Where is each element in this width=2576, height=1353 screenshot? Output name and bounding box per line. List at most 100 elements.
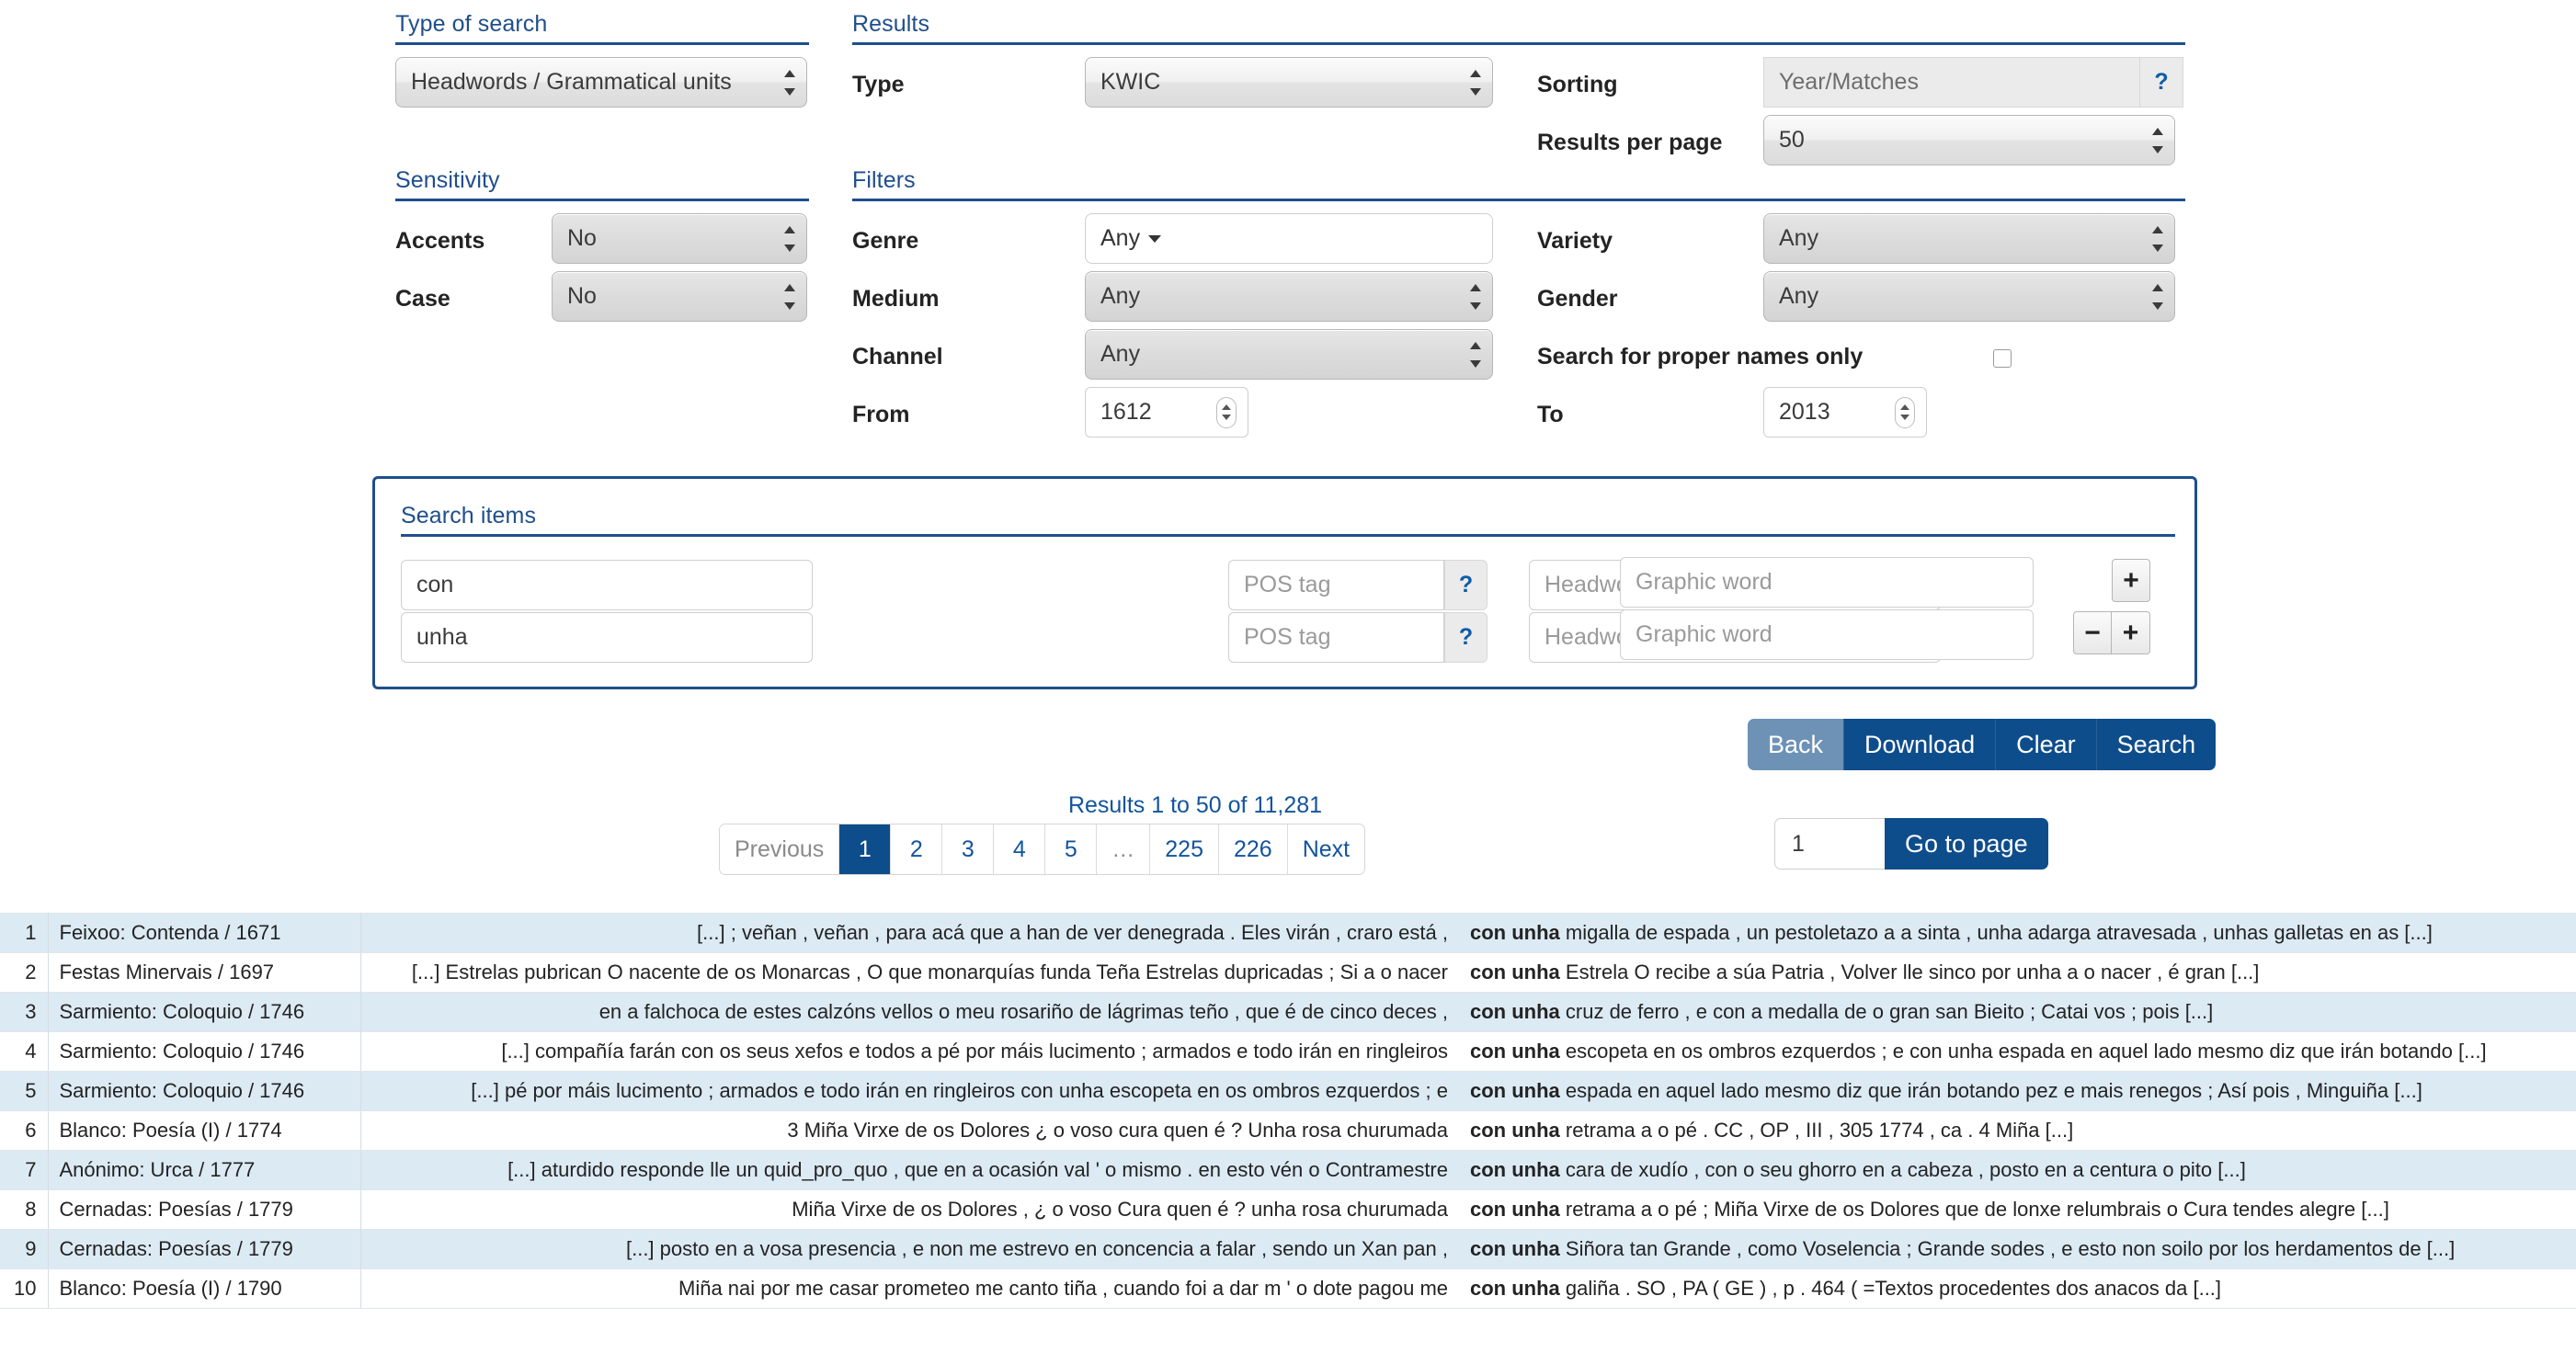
- pagination-page-4[interactable]: 4: [994, 824, 1046, 874]
- row-right-context: con unha escopeta en os ombros ezquerdos…: [1459, 1031, 2576, 1072]
- spinner-icon[interactable]: [1216, 396, 1237, 428]
- search-word-input-2[interactable]: unha: [401, 612, 813, 663]
- row-reference[interactable]: Feixoo: Contenda / 1671: [48, 913, 361, 953]
- pagination: Previous 1 2 3 4 5 … 225 226 Next: [719, 824, 1366, 875]
- results-count-label: Results 1 to 50 of 11,281: [1067, 792, 1323, 818]
- add-row-button-2[interactable]: +: [2112, 611, 2150, 654]
- pagination-page-1[interactable]: 1: [839, 824, 892, 874]
- results-type-value: KWIC: [1100, 69, 1161, 95]
- pagination-page-3[interactable]: 3: [942, 824, 995, 874]
- row-left-context: [...] pé por máis lucimento ; armados e …: [360, 1071, 1459, 1111]
- table-row[interactable]: 7 Anónimo: Urca / 1777 [...] aturdido resp…: [0, 1150, 2576, 1190]
- row-reference[interactable]: Blanco: Poesía (I) / 1774: [48, 1110, 361, 1151]
- variety-select[interactable]: Any: [1763, 213, 2175, 264]
- row-reference[interactable]: Festas Minervais / 1697: [48, 952, 361, 993]
- clear-button[interactable]: Clear: [1996, 719, 2097, 770]
- chevron-down-icon: [1148, 234, 1162, 243]
- row-left-context: Miña nai por me casar prometeo me canto …: [360, 1268, 1459, 1309]
- row-right-context: con unha retrama a o pé ; Miña Virxe de …: [1459, 1189, 2576, 1230]
- search-items-heading: Search items: [401, 503, 2175, 537]
- row-number: 5: [0, 1071, 49, 1111]
- row-left-context: [...] ; veñan , veñan , para acá que a h…: [360, 913, 1459, 953]
- row-left-context: [...] posto en a vosa presencia , e non …: [360, 1229, 1459, 1269]
- goto-page-button[interactable]: Go to page: [1885, 818, 2048, 870]
- row-right-context: con unha retrama a o pé . CC , OP , III …: [1459, 1110, 2576, 1151]
- row-reference[interactable]: Sarmiento: Coloquio / 1746: [48, 1071, 361, 1111]
- row-number: 10: [0, 1268, 49, 1309]
- pos-tag-input-2[interactable]: POS tag: [1228, 612, 1444, 663]
- table-row[interactable]: 1 Feixoo: Contenda / 1671 [...] ; veñan , …: [0, 913, 2576, 953]
- proper-names-checkbox[interactable]: [1993, 349, 2012, 368]
- pagination-page-225[interactable]: 225: [1150, 824, 1219, 874]
- goto-page-input[interactable]: 1: [1774, 818, 1885, 870]
- sensitivity-section: Sensitivity: [395, 167, 809, 201]
- sorting-help-icon[interactable]: ?: [2140, 57, 2183, 108]
- pagination-ellipsis: …: [1097, 824, 1151, 874]
- table-row[interactable]: 9 Cernadas: Poesías / 1779 [...] posto en …: [0, 1229, 2576, 1269]
- row-reference[interactable]: Cernadas: Poesías / 1779: [48, 1229, 361, 1269]
- results-per-page-label: Results per page: [1537, 130, 1723, 155]
- pagination-page-5[interactable]: 5: [1045, 824, 1098, 874]
- graphic-word-input-2[interactable]: Graphic word: [1620, 609, 2034, 660]
- row-reference[interactable]: Blanco: Poesía (I) / 1790: [48, 1268, 361, 1309]
- to-year-input[interactable]: 2013: [1763, 387, 1927, 438]
- variety-label: Variety: [1537, 228, 1613, 254]
- row-reference[interactable]: Sarmiento: Coloquio / 1746: [48, 992, 361, 1032]
- add-row-button-1[interactable]: +: [2112, 559, 2150, 602]
- results-heading: Results: [852, 11, 2185, 45]
- row-left-context: 3 Miña Virxe de os Dolores ¿ o voso cura…: [360, 1110, 1459, 1151]
- keyword-match: con unha: [1470, 1119, 1560, 1142]
- pos-tag-help-icon-2[interactable]: ?: [1444, 612, 1487, 663]
- sorting-field-group: Year/Matches ?: [1763, 57, 2183, 108]
- chevron-updown-icon: [784, 69, 795, 96]
- search-word-input-1[interactable]: con: [401, 560, 813, 610]
- row-reference[interactable]: Cernadas: Poesías / 1779: [48, 1189, 361, 1230]
- case-select[interactable]: No: [552, 271, 807, 322]
- table-row[interactable]: 3 Sarmiento: Coloquio / 1746 en a falchoca…: [0, 992, 2576, 1032]
- spinner-icon[interactable]: [1895, 396, 1915, 428]
- row-left-context: Miña Virxe de os Dolores , ¿ o voso Cura…: [360, 1189, 1459, 1230]
- kwic-results-table-wrapper: 1 Feixoo: Contenda / 1671 [...] ; veñan , …: [0, 913, 2576, 1309]
- table-row[interactable]: 10 Blanco: Poesía (I) / 1790 Miña nai por …: [0, 1268, 2576, 1309]
- pos-tag-input-1[interactable]: POS tag: [1228, 560, 1444, 610]
- pagination-page-2[interactable]: 2: [891, 824, 943, 874]
- results-type-label: Type: [852, 72, 905, 97]
- medium-select[interactable]: Any: [1085, 271, 1493, 322]
- from-year-value: 1612: [1100, 399, 1152, 425]
- type-of-search-heading: Type of search: [395, 11, 809, 45]
- row-reference[interactable]: Sarmiento: Coloquio / 1746: [48, 1031, 361, 1072]
- pos-tag-help-icon-1[interactable]: ?: [1444, 560, 1487, 610]
- table-row[interactable]: 6 Blanco: Poesía (I) / 1774 3 Miña Virxe d…: [0, 1110, 2576, 1151]
- gender-label: Gender: [1537, 286, 1618, 312]
- remove-row-button-2[interactable]: −: [2073, 611, 2112, 654]
- pagination-page-226[interactable]: 226: [1218, 824, 1288, 874]
- sorting-input[interactable]: Year/Matches: [1763, 57, 2140, 108]
- channel-select[interactable]: Any: [1085, 329, 1493, 380]
- chevron-updown-icon: [784, 283, 795, 310]
- pos-tag-group-2: POS tag ?: [1228, 612, 1487, 663]
- search-button[interactable]: Search: [2096, 719, 2217, 770]
- case-value: No: [567, 283, 597, 309]
- results-per-page-select[interactable]: 50: [1763, 115, 2175, 165]
- genre-value: Any: [1100, 225, 1141, 251]
- graphic-word-input-1[interactable]: Graphic word: [1620, 557, 2034, 608]
- download-button[interactable]: Download: [1844, 719, 1997, 770]
- genre-label: Genre: [852, 228, 919, 254]
- accents-select[interactable]: No: [552, 213, 807, 264]
- type-of-search-select[interactable]: Headwords / Grammatical units: [395, 57, 807, 108]
- gender-select[interactable]: Any: [1763, 271, 2175, 322]
- row-right-context: con unha cruz de ferro , e con a medalla…: [1459, 992, 2576, 1032]
- pagination-previous[interactable]: Previous: [720, 824, 840, 874]
- chevron-updown-icon: [1470, 283, 1481, 310]
- table-row[interactable]: 8 Cernadas: Poesías / 1779 Miña Virxe de o…: [0, 1189, 2576, 1230]
- genre-dropdown[interactable]: Any: [1085, 213, 1493, 264]
- back-button[interactable]: Back: [1748, 719, 1845, 770]
- results-type-select[interactable]: KWIC: [1085, 57, 1493, 108]
- row-reference[interactable]: Anónimo: Urca / 1777: [48, 1150, 361, 1190]
- pagination-next[interactable]: Next: [1287, 824, 1365, 874]
- table-row[interactable]: 2 Festas Minervais / 1697 [...] Estrelas p…: [0, 952, 2576, 993]
- table-row[interactable]: 4 Sarmiento: Coloquio / 1746 [...] compañí…: [0, 1031, 2576, 1072]
- row-number: 2: [0, 952, 49, 993]
- from-year-input[interactable]: 1612: [1085, 387, 1248, 438]
- table-row[interactable]: 5 Sarmiento: Coloquio / 1746 [...] pé por …: [0, 1071, 2576, 1111]
